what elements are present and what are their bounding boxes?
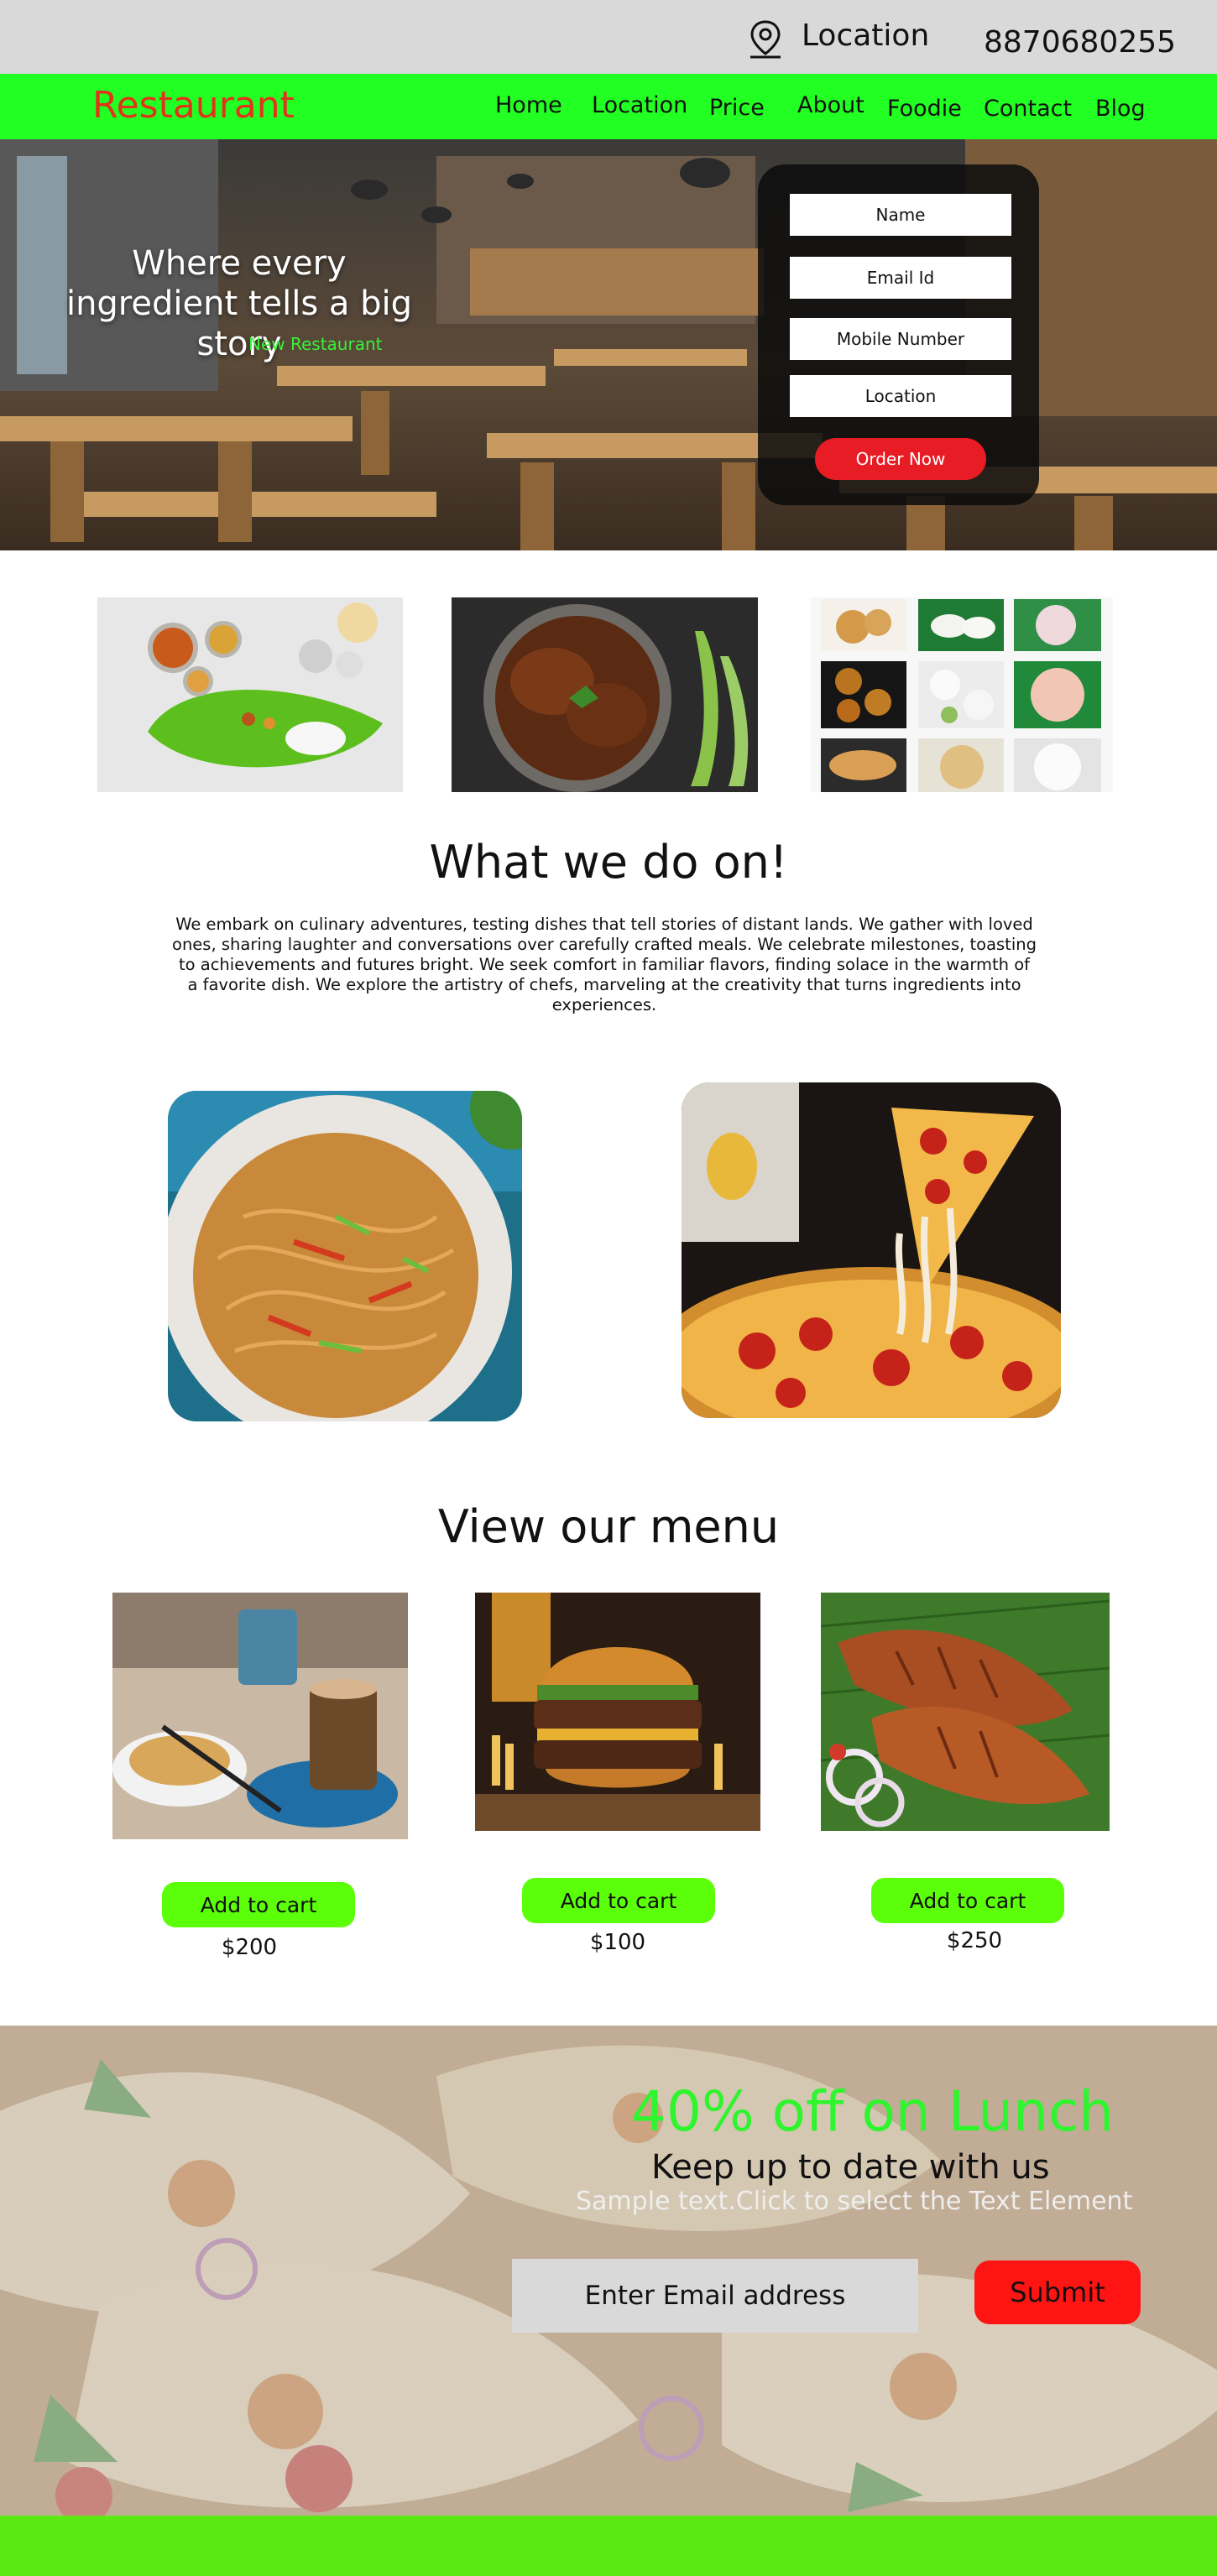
nav-link-home[interactable]: Home	[495, 92, 562, 118]
south-indian-collage-image	[811, 597, 1113, 792]
nav-link-blog[interactable]: Blog	[1095, 96, 1146, 122]
noodles-image	[168, 1091, 522, 1421]
price-1: $200	[221, 1935, 278, 1960]
nav-link-contact[interactable]: Contact	[984, 96, 1072, 122]
footer-bar	[0, 2516, 1217, 2576]
pizza-image	[682, 1082, 1061, 1418]
main-nav: Restaurant Home Location Price About Foo…	[0, 74, 1217, 139]
nav-link-foodie[interactable]: Foodie	[887, 96, 962, 122]
email-field[interactable]	[790, 257, 1011, 299]
price-2: $100	[589, 1930, 646, 1955]
brand-logo[interactable]: Restaurant	[92, 84, 295, 127]
mobile-field[interactable]	[790, 318, 1011, 360]
name-field[interactable]	[790, 194, 1011, 236]
nav-link-location[interactable]: Location	[592, 92, 687, 118]
map-pin-icon	[750, 20, 781, 59]
burger-image	[475, 1593, 760, 1831]
newsletter-section: 40% off on Lunch Keep up to date with us…	[0, 2026, 1217, 2516]
thali-image	[97, 597, 403, 792]
hero-subheading: New Restaurant	[248, 334, 383, 354]
add-to-cart-button-2[interactable]: Add to cart	[522, 1878, 715, 1923]
nav-link-about[interactable]: About	[797, 92, 864, 118]
newsletter-email-input[interactable]	[512, 2259, 918, 2333]
menu-title: View our menu	[437, 1500, 780, 1553]
add-to-cart-button-3[interactable]: Add to cart	[871, 1878, 1064, 1923]
about-title: What we do on!	[429, 836, 788, 889]
submit-button[interactable]: Submit	[974, 2261, 1141, 2324]
location-field[interactable]	[790, 375, 1011, 417]
coffee-croissant-image	[112, 1593, 408, 1839]
hero-headline-line1: Where every	[132, 244, 347, 283]
price-3: $250	[946, 1928, 1003, 1953]
hero-headline-line2: ingredient tells a big story	[65, 284, 413, 363]
sample-text: Sample text.Click to select the Text Ele…	[576, 2187, 1133, 2216]
order-form: Order Now	[758, 164, 1039, 505]
top-bar: Location 8870680255	[0, 0, 1217, 74]
location-label[interactable]: Location	[802, 18, 929, 53]
order-now-button[interactable]: Order Now	[815, 438, 986, 480]
fried-fish-image	[821, 1593, 1110, 1831]
about-description: We embark on culinary adventures, testin…	[172, 915, 1037, 1014]
phone-number[interactable]: 8870680255	[984, 25, 1176, 60]
nav-link-price[interactable]: Price	[709, 95, 765, 121]
chicken-curry-image	[452, 597, 758, 792]
add-to-cart-button-1[interactable]: Add to cart	[162, 1882, 355, 1927]
lunch-offer-heading: 40% off on Lunch	[631, 2079, 1115, 2144]
hero-headline: Where every ingredient tells a big story	[25, 243, 453, 364]
hero-section: Where every ingredient tells a big story…	[0, 139, 1217, 550]
newsletter-heading: Keep up to date with us	[651, 2148, 1050, 2187]
